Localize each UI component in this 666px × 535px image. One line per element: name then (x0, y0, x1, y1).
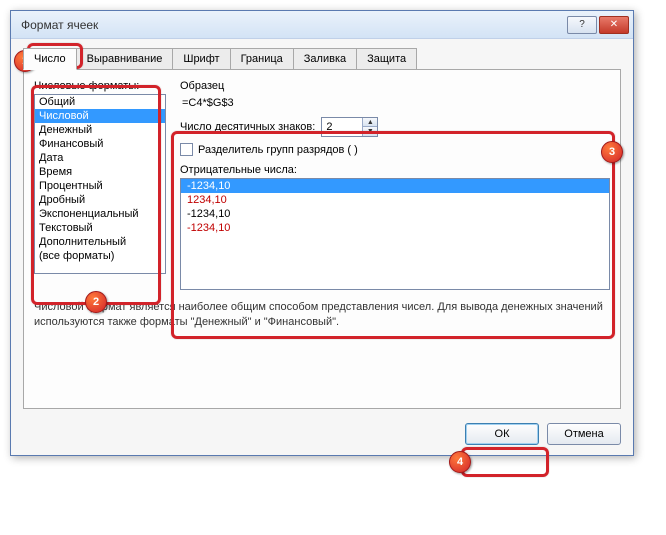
decimals-input[interactable] (322, 118, 362, 136)
category-item[interactable]: Дата (35, 151, 165, 165)
spin-up-icon[interactable]: ▲ (363, 118, 377, 127)
thousands-checkbox[interactable] (180, 143, 193, 156)
category-item[interactable]: Общий (35, 95, 165, 109)
negative-item[interactable]: -1234,10 (181, 179, 609, 193)
titlebar: Формат ячеек ? ✕ (11, 11, 633, 39)
window-buttons: ? ✕ (567, 16, 629, 34)
category-item[interactable]: Дробный (35, 193, 165, 207)
tab-font[interactable]: Шрифт (172, 48, 230, 70)
negative-item[interactable]: 1234,10 (181, 193, 609, 207)
category-item[interactable]: (все форматы) (35, 249, 165, 263)
category-item[interactable]: Текстовый (35, 221, 165, 235)
help-button[interactable]: ? (567, 16, 597, 34)
tab-fill[interactable]: Заливка (293, 48, 357, 70)
category-list[interactable]: Общий Числовой Денежный Финансовый Дата … (34, 94, 166, 274)
tab-protection[interactable]: Защита (356, 48, 417, 70)
decimals-spinner[interactable]: ▲ ▼ (321, 117, 378, 137)
negative-label: Отрицательные числа: (180, 164, 610, 176)
tab-border[interactable]: Граница (230, 48, 294, 70)
category-item[interactable]: Финансовый (35, 137, 165, 151)
tab-alignment[interactable]: Выравнивание (76, 48, 174, 70)
category-item[interactable]: Числовой (35, 109, 165, 123)
ok-button[interactable]: ОК (465, 423, 539, 445)
spin-down-icon[interactable]: ▼ (363, 127, 377, 136)
categories-label: Числовые форматы: (34, 80, 166, 92)
dialog-buttons: ОК Отмена (23, 423, 621, 445)
window-title: Формат ячеек (21, 18, 567, 32)
format-description: Числовой формат является наиболее общим … (34, 300, 610, 330)
sample-label: Образец (180, 80, 610, 92)
negative-list[interactable]: -1234,10 1234,10 -1234,10 -1234,10 (180, 178, 610, 290)
close-button[interactable]: ✕ (599, 16, 629, 34)
negative-item[interactable]: -1234,10 (181, 207, 609, 221)
thousands-label: Разделитель групп разрядов ( ) (198, 144, 358, 156)
tab-panel-number: Числовые форматы: Общий Числовой Денежны… (23, 69, 621, 409)
category-item[interactable]: Дополнительный (35, 235, 165, 249)
tab-number[interactable]: Число (23, 48, 77, 70)
category-item[interactable]: Время (35, 165, 165, 179)
category-item[interactable]: Денежный (35, 123, 165, 137)
dialog-body: Число Выравнивание Шрифт Граница Заливка… (11, 39, 633, 455)
category-item[interactable]: Экспоненциальный (35, 207, 165, 221)
cancel-button[interactable]: Отмена (547, 423, 621, 445)
decimals-label: Число десятичных знаков: (180, 121, 315, 133)
category-item[interactable]: Процентный (35, 179, 165, 193)
sample-value: =C4*$G$3 (180, 94, 610, 115)
negative-item[interactable]: -1234,10 (181, 221, 609, 235)
tabstrip: Число Выравнивание Шрифт Граница Заливка… (23, 48, 621, 70)
format-cells-dialog: Формат ячеек ? ✕ Число Выравнивание Шриф… (10, 10, 634, 456)
